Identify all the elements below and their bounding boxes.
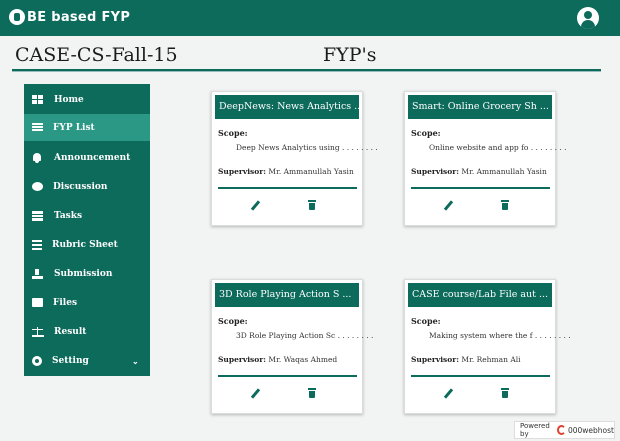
edit-icon[interactable] [251,389,260,398]
powered-by-badge[interactable]: Powered by 000webhost [514,421,615,439]
card-title[interactable]: CASE course/Lab File aut ... [408,283,552,307]
supervisor-line: Supervisor: Mr. Waqas Ahmed [218,355,337,364]
top-bar: BE based FYP [0,0,620,36]
logo-icon [9,9,25,25]
edit-icon[interactable] [444,201,453,210]
sidebar-item-label: Rubric Sheet [52,239,118,250]
card-divider [411,187,550,189]
brand-logo[interactable]: BE based FYP [9,9,130,25]
sidebar-item-tasks[interactable]: Tasks [24,202,150,229]
rubric-icon [32,239,42,250]
supervisor-line: Supervisor: Mr. Ammanullah Yasin [411,167,547,176]
course-title: CASE-CS-Fall-15 [15,44,178,66]
delete-icon[interactable] [501,200,509,210]
supervisor-label: Supervisor: [411,167,459,176]
chevron-down-icon[interactable]: ⌄ [132,356,139,366]
project-card[interactable]: DeepNews: News Analytics ... Scope: Deep… [211,91,378,226]
sidebar-item-label: Home [54,94,84,105]
upload-icon [32,268,44,279]
delete-icon[interactable] [501,388,509,398]
brand-name: BE based FYP [27,9,131,25]
gear-icon [32,355,42,366]
chat-icon [32,182,43,191]
project-card[interactable]: Smart: Online Grocery Sh ... Scope: Onli… [404,91,567,226]
card-title[interactable]: Smart: Online Grocery Sh ... [408,95,552,119]
supervisor-name: Mr. Ammanullah Yasin [461,167,547,176]
sidebar-item-discussion[interactable]: Discussion [24,173,150,200]
sidebar-item-label: Announcement [54,152,131,163]
scale-icon [32,326,44,337]
grid-icon [32,94,44,105]
card-title[interactable]: 3D Role Playing Action S ... [215,283,359,307]
sidebar-item-rubric-sheet[interactable]: Rubric Sheet [24,231,150,258]
sidebar-item-label: Files [53,297,78,308]
sidebar-item-label: Tasks [54,210,83,221]
scope-label: Scope: [218,128,248,138]
sidebar-item-label: Result [54,326,87,337]
supervisor-line: Supervisor: Mr. Rehman Ali [411,355,521,364]
project-card[interactable]: CASE course/Lab File aut ... Scope: Maki… [404,279,571,414]
sidebar-item-label: Setting [52,355,89,366]
sidebar-item-home[interactable]: Home [24,86,150,113]
edit-icon[interactable] [444,389,453,398]
edit-icon[interactable] [251,201,260,210]
sidebar-item-label: Submission [54,268,113,279]
tasks-icon [32,210,44,221]
sidebar: Home FYP List Announcement Discussion Ta… [24,84,150,376]
sidebar-item-label: FYP List [53,122,95,133]
sidebar-item-announcement[interactable]: Announcement [24,144,150,171]
delete-icon[interactable] [308,388,316,398]
card-divider [218,187,357,189]
supervisor-name: Mr. Ammanullah Yasin [268,167,354,176]
card-divider [411,375,550,377]
supervisor-label: Supervisor: [411,355,459,364]
folder-icon [32,298,43,307]
page-title: FYP's [323,44,377,66]
sidebar-item-fyp-list[interactable]: FYP List [24,114,150,141]
sidebar-item-files[interactable]: Files [24,289,150,316]
sidebar-item-result[interactable]: Result [24,318,150,345]
supervisor-label: Supervisor: [218,167,266,176]
scope-label: Scope: [218,316,248,326]
bell-icon [32,152,44,163]
scope-text: Deep News Analytics using . . . . . . . … [236,143,378,152]
sidebar-item-submission[interactable]: Submission [24,260,150,287]
supervisor-name: Mr. Waqas Ahmed [268,355,338,364]
user-account-icon[interactable] [577,7,599,29]
scope-label: Scope: [411,316,441,326]
list-icon [32,123,43,132]
host-name: 000webhost [567,425,614,435]
delete-icon[interactable] [308,200,316,210]
card-divider [218,375,357,377]
sidebar-item-label: Discussion [53,181,108,192]
scope-text: Online website and app fo . . . . . . . … [429,143,567,152]
host-logo-icon [557,425,566,435]
powered-by-label: Powered by [520,422,550,438]
scope-label: Scope: [411,128,441,138]
scope-text: 3D Role Playing Action Sc . . . . . . . … [236,331,374,340]
supervisor-label: Supervisor: [218,355,266,364]
project-card[interactable]: 3D Role Playing Action S ... Scope: 3D R… [211,279,373,414]
card-title[interactable]: DeepNews: News Analytics ... [215,95,359,119]
sidebar-item-setting[interactable]: Setting ⌄ [24,347,150,374]
scope-text: Making system where the f . . . . . . . … [429,331,571,340]
supervisor-line: Supervisor: Mr. Ammanullah Yasin [218,167,354,176]
supervisor-name: Mr. Rehman Ali [461,355,521,364]
